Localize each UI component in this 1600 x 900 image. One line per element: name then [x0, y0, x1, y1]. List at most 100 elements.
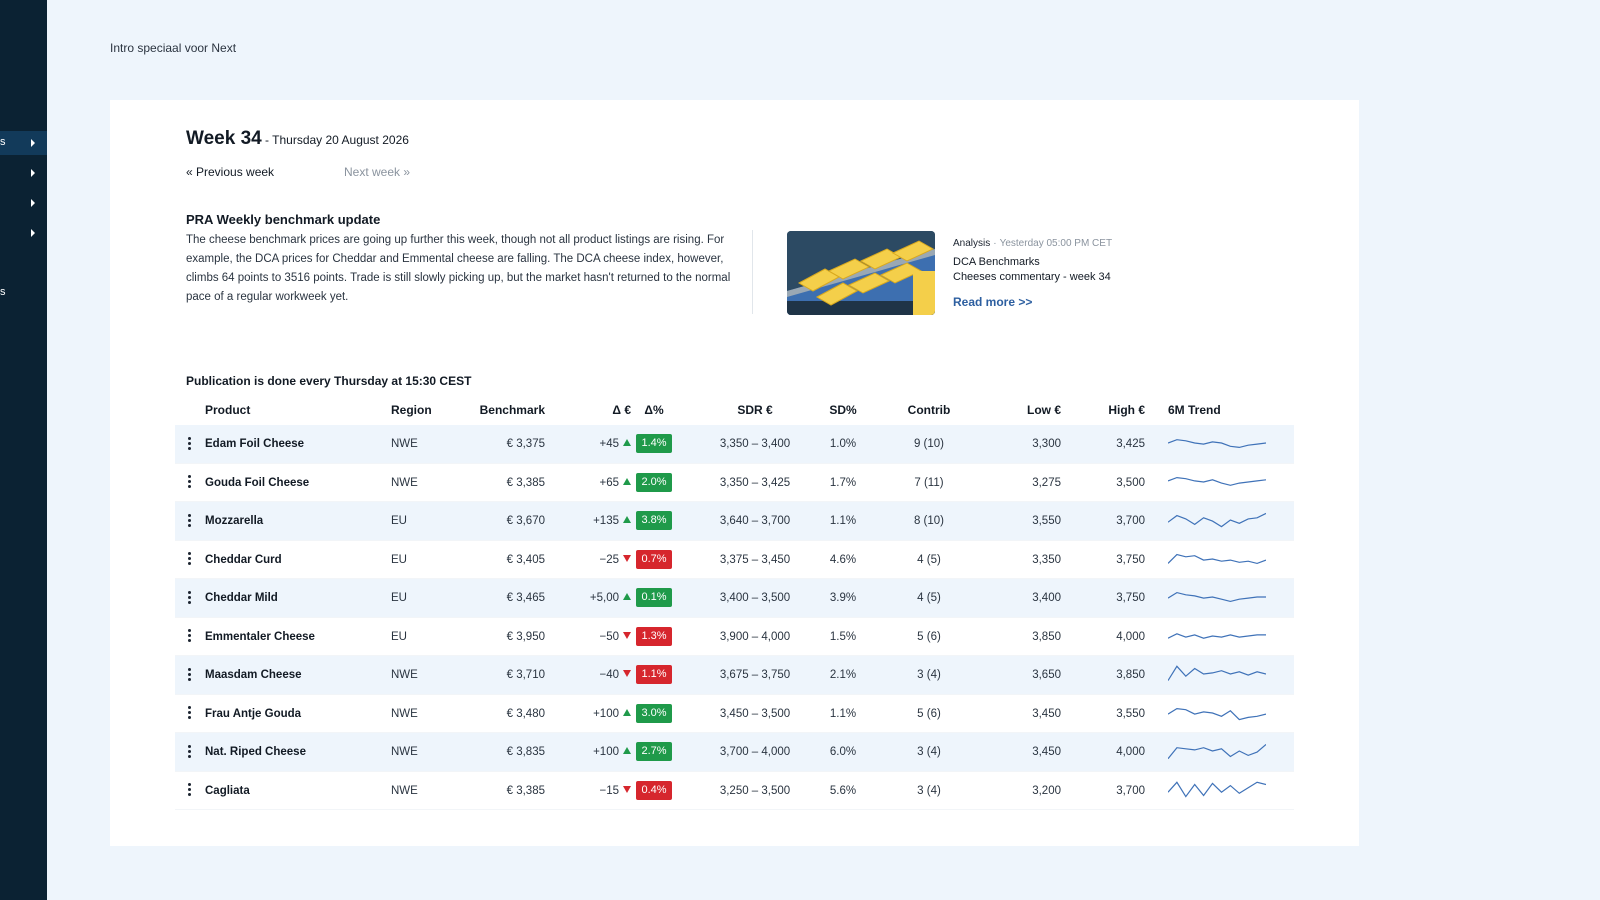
- sidebar-item-3[interactable]: [0, 191, 47, 215]
- row-menu-button[interactable]: [181, 656, 197, 694]
- col-sdr[interactable]: SDR €: [695, 395, 815, 425]
- delta-pct-badge: 2.7%: [636, 742, 672, 762]
- delta-pct-badge: 1.3%: [636, 626, 672, 646]
- sdr-range: 3,700 – 4,000: [719, 746, 791, 758]
- next-week-link[interactable]: Next week »: [344, 165, 410, 179]
- sparkline-path: [1168, 476, 1266, 486]
- product-name[interactable]: Nat. Riped Cheese: [205, 733, 306, 771]
- table-row[interactable]: Cagliata NWE € 3,385 −15 0.4% 3,250 – 3,…: [175, 772, 1294, 810]
- week-navigation: « Previous week Next week »: [186, 165, 410, 179]
- low-price: 3,300: [1032, 438, 1061, 450]
- row-menu-button[interactable]: [181, 695, 197, 733]
- table-row[interactable]: Mozzarella EU € 3,670 +135 3.8% 3,640 – …: [175, 502, 1294, 541]
- row-menu-button[interactable]: [181, 464, 197, 502]
- kebab-menu-icon: [187, 436, 191, 451]
- row-menu-button[interactable]: [181, 425, 197, 463]
- low-price: 3,550: [1032, 515, 1061, 527]
- news-time: Yesterday 05:00 PM CET: [999, 238, 1113, 249]
- delta-eur: −50: [575, 618, 631, 656]
- trend-arrow-icon: [623, 477, 631, 485]
- kebab-menu-icon: [187, 629, 191, 643]
- week-header: Week 34 - Thursday 20 August 2026: [186, 128, 409, 150]
- delta-pct: 0.4%: [635, 772, 673, 810]
- high-price: 3,750: [1116, 592, 1145, 604]
- row-menu-button[interactable]: [181, 733, 197, 771]
- table-row[interactable]: Cheddar Mild EU € 3,465 +5,00 0.1% 3,400…: [175, 579, 1294, 618]
- row-menu-button[interactable]: [181, 502, 197, 540]
- product-name[interactable]: Cheddar Curd: [205, 541, 282, 579]
- row-menu-button[interactable]: [181, 579, 197, 617]
- delta-pct: 0.1%: [635, 579, 673, 617]
- product-name[interactable]: Cheddar Mild: [205, 579, 278, 617]
- delta-eur-value: −15: [599, 784, 619, 797]
- trend-arrow-icon: [623, 516, 631, 523]
- high-price: 3,850: [1116, 669, 1145, 681]
- col-benchmark[interactable]: Benchmark: [465, 395, 545, 425]
- product-name[interactable]: Edam Foil Cheese: [205, 425, 304, 463]
- sidebar-item-4[interactable]: [0, 221, 47, 245]
- contrib: 3 (4): [917, 746, 941, 758]
- col-sd-pct[interactable]: SD%: [813, 395, 873, 425]
- high-price: 4,000: [1116, 630, 1145, 643]
- table-row[interactable]: Maasdam Cheese NWE € 3,710 −40 1.1% 3,67…: [175, 656, 1294, 695]
- divider: [752, 230, 753, 314]
- product-name[interactable]: Frau Antje Gouda: [205, 695, 301, 733]
- delta-pct-badge: 1.1%: [636, 665, 672, 685]
- sidebar-item-2[interactable]: [0, 161, 47, 185]
- col-region[interactable]: Region: [391, 395, 432, 425]
- region: NWE: [391, 707, 418, 720]
- high-price: 3,500: [1116, 476, 1145, 489]
- kebab-menu-icon: [187, 783, 191, 797]
- sparkline-chart: [1168, 743, 1266, 760]
- benchmark-price: € 3,950: [506, 630, 545, 643]
- sparkline-chart: [1168, 476, 1266, 486]
- cheese-conveyor-photo[interactable]: [787, 231, 935, 315]
- delta-pct: 0.7%: [635, 541, 673, 579]
- table-row[interactable]: Edam Foil Cheese NWE € 3,375 +45 1.4% 3,…: [175, 425, 1294, 464]
- delta-eur-value: −25: [599, 553, 619, 566]
- product-name[interactable]: Mozzarella: [205, 502, 263, 540]
- benchmark-price: € 3,710: [506, 669, 545, 681]
- previous-week-link[interactable]: « Previous week: [186, 165, 274, 179]
- sparkline-chart: [1168, 665, 1266, 681]
- col-product[interactable]: Product: [205, 395, 250, 425]
- read-more-link[interactable]: Read more >>: [953, 295, 1032, 310]
- delta-eur: −40: [575, 656, 631, 694]
- sidebar-item-label: s: [0, 286, 6, 298]
- table-row[interactable]: Cheddar Curd EU € 3,405 −25 0.7% 3,375 –…: [175, 541, 1294, 579]
- product-name[interactable]: Gouda Foil Cheese: [205, 464, 309, 502]
- sidebar: s s: [0, 0, 47, 900]
- contrib: 3 (4): [917, 784, 941, 797]
- kebab-menu-icon: [187, 706, 191, 720]
- trend-arrow-icon: [623, 439, 631, 446]
- delta-eur-value: −40: [599, 669, 619, 681]
- sd-pct: 4.6%: [829, 553, 857, 566]
- table-row[interactable]: Frau Antje Gouda NWE € 3,480 +100 3.0% 3…: [175, 695, 1294, 733]
- col-delta-eur[interactable]: Δ €: [575, 395, 631, 425]
- product-name[interactable]: Maasdam Cheese: [205, 656, 302, 694]
- delta-eur-value: −50: [599, 630, 619, 643]
- col-contrib[interactable]: Contrib: [895, 395, 963, 425]
- delta-eur-value: +45: [599, 438, 619, 450]
- col-low[interactable]: Low €: [995, 395, 1061, 425]
- low-price: 3,350: [1032, 553, 1061, 566]
- sidebar-item-5[interactable]: s: [0, 281, 47, 305]
- contrib: 9 (10): [913, 438, 945, 450]
- sdr-range: 3,350 – 3,400: [719, 438, 791, 450]
- table-row[interactable]: Nat. Riped Cheese NWE € 3,835 +100 2.7% …: [175, 733, 1294, 772]
- table-row[interactable]: Emmentaler Cheese EU € 3,950 −50 1.3% 3,…: [175, 618, 1294, 656]
- row-menu-button[interactable]: [181, 541, 197, 579]
- sidebar-item-1[interactable]: s: [0, 131, 47, 155]
- col-delta-pct[interactable]: Δ%: [635, 395, 673, 425]
- region: NWE: [391, 746, 418, 758]
- table-row[interactable]: Gouda Foil Cheese NWE € 3,385 +65 2.0% 3…: [175, 464, 1294, 502]
- delta-pct-badge: 2.0%: [636, 472, 672, 492]
- col-high[interactable]: High €: [1075, 395, 1145, 425]
- row-menu-button[interactable]: [181, 618, 197, 656]
- delta-pct: 3.0%: [635, 695, 673, 733]
- product-name[interactable]: Emmentaler Cheese: [205, 618, 315, 656]
- contrib: 4 (5): [917, 553, 941, 566]
- row-menu-button[interactable]: [181, 772, 197, 810]
- delta-pct: 3.8%: [635, 502, 673, 540]
- product-name[interactable]: Cagliata: [205, 772, 250, 810]
